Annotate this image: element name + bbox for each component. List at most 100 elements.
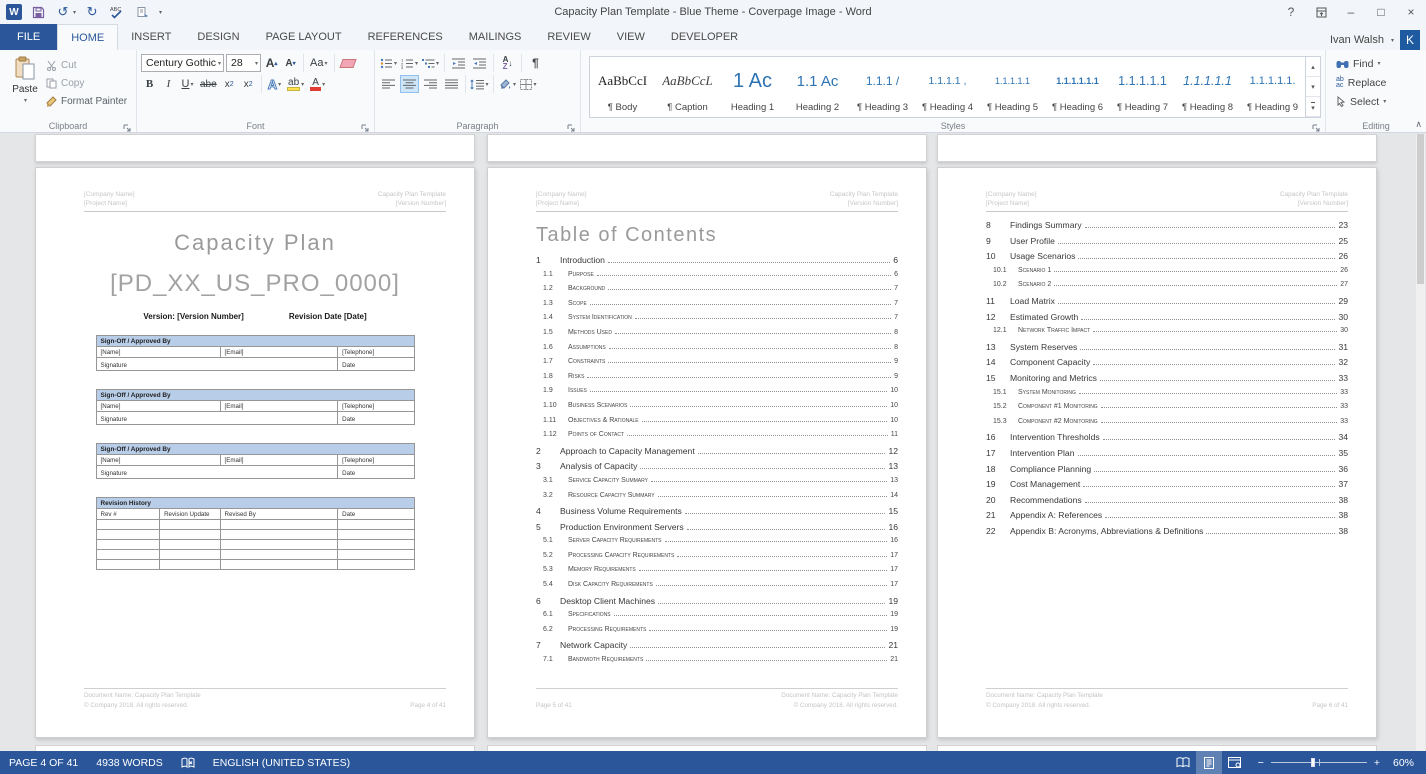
toc-entry[interactable]: 2 Approach to Capacity Management 12	[536, 446, 898, 462]
style-chip[interactable]: 1.1 Ac Heading 2	[785, 57, 850, 117]
toc-entry[interactable]: 16 Intervention Thresholds 34	[986, 432, 1348, 448]
print-layout-icon[interactable]	[1196, 751, 1222, 774]
font-size-dropdown-arrow-icon[interactable]: ▾	[253, 60, 258, 67]
strikethrough-button[interactable]: abe	[198, 75, 219, 93]
toc-entry[interactable]: 18 Compliance Planning 36	[986, 464, 1348, 480]
toc-entry[interactable]: 3.1 Service Capacity Summary 13	[536, 477, 898, 492]
zoom-slider-thumb[interactable]	[1311, 758, 1315, 767]
zoom-percentage[interactable]: 60%	[1390, 757, 1426, 769]
toc-entry[interactable]: 1.2 Background 7	[536, 285, 898, 300]
numbering-button[interactable]: 123 ▾	[400, 54, 419, 72]
paragraph-dialog-launcher-icon[interactable]	[567, 120, 577, 130]
toc-entry[interactable]: 1.6 Assumptions 8	[536, 344, 898, 359]
toc-entry[interactable]: 5 Production Environment Servers 16	[536, 522, 898, 538]
previous-page-bottom[interactable]	[937, 134, 1377, 162]
line-spacing-button[interactable]: ▾	[470, 75, 489, 93]
toc-entry[interactable]: 1.3 Scope 7	[536, 300, 898, 315]
style-chip[interactable]: 1.1.1 / ¶ Heading 3	[850, 57, 915, 117]
minimize-icon[interactable]: –	[1336, 0, 1366, 24]
ribbon-display-options-icon[interactable]	[1306, 0, 1336, 24]
read-mode-icon[interactable]	[1170, 751, 1196, 774]
toc-entry[interactable]: 8 Findings Summary 23	[986, 220, 1348, 236]
ribbon-tab[interactable]: REVIEW	[534, 24, 603, 50]
maximize-icon[interactable]: □	[1366, 0, 1396, 24]
copy-button[interactable]: Copy	[46, 75, 127, 92]
toc-entry[interactable]: 5.1 Server Capacity Requirements 16	[536, 537, 898, 552]
increase-indent-button[interactable]	[470, 54, 489, 72]
toc-entry[interactable]: 3 Analysis of Capacity 13	[536, 461, 898, 477]
font-color-button[interactable]: A ▾	[308, 75, 327, 93]
find-button[interactable]: Find▾	[1330, 55, 1422, 72]
toc-entry[interactable]: 1.8 Risks 9	[536, 373, 898, 388]
proofing-errors-icon[interactable]	[172, 751, 204, 774]
ribbon-tab[interactable]: PAGE LAYOUT	[253, 24, 355, 50]
zoom-slider[interactable]	[1271, 762, 1367, 763]
zoom-out-icon[interactable]: −	[1258, 757, 1264, 769]
superscript-button[interactable]: x2	[240, 75, 257, 93]
clear-formatting-button[interactable]	[339, 54, 357, 72]
spelling-grammar-icon[interactable]: ABC	[108, 3, 126, 21]
cut-button[interactable]: Cut	[46, 57, 127, 74]
clipboard-dialog-launcher-icon[interactable]	[123, 120, 133, 130]
user-dropdown-arrow-icon[interactable]: ▾	[1391, 37, 1394, 44]
show-hide-marks-button[interactable]: ¶	[526, 54, 545, 72]
style-chip[interactable]: AaBbCcI ¶ Body	[590, 57, 655, 117]
toc-entry[interactable]: 5.2 Processing Capacity Requirements 17	[536, 552, 898, 567]
language-indicator[interactable]: ENGLISH (UNITED STATES)	[204, 751, 359, 774]
align-right-button[interactable]	[421, 75, 440, 93]
underline-button[interactable]: U▾	[179, 75, 196, 93]
toc-entry[interactable]: 17 Intervention Plan 35	[986, 448, 1348, 464]
grow-font-button[interactable]: A▴	[263, 54, 280, 72]
ribbon-tab[interactable]: VIEW	[604, 24, 658, 50]
ribbon-tab[interactable]: DESIGN	[184, 24, 252, 50]
style-chip[interactable]: 1.1.1.1 , ¶ Heading 4	[915, 57, 980, 117]
font-size-combo[interactable]: 28 ▾	[226, 54, 261, 72]
font-name-combo[interactable]: Century Gothic ▾	[141, 54, 224, 72]
zoom-in-icon[interactable]: +	[1374, 757, 1380, 769]
toc-entry[interactable]: 6.1 Specifications 19	[536, 611, 898, 626]
page-indicator[interactable]: PAGE 4 OF 41	[0, 751, 87, 774]
user-name[interactable]: Ivan Walsh	[1330, 34, 1384, 46]
ribbon-tab[interactable]: REFERENCES	[355, 24, 456, 50]
tab-file[interactable]: FILE	[0, 24, 57, 50]
close-icon[interactable]: ×	[1396, 0, 1426, 24]
align-center-button[interactable]	[400, 75, 419, 93]
previous-page-bottom[interactable]	[35, 134, 475, 162]
text-highlight-button[interactable]: ab ▾	[285, 75, 306, 93]
styles-dialog-launcher-icon[interactable]	[1312, 120, 1322, 130]
font-name-dropdown-arrow-icon[interactable]: ▾	[216, 60, 221, 67]
ribbon-tab[interactable]: INSERT	[118, 24, 184, 50]
web-layout-icon[interactable]	[1222, 751, 1248, 774]
scrollbar-thumb[interactable]	[1417, 134, 1424, 284]
toc-entry[interactable]: 11 Load Matrix 29	[986, 296, 1348, 312]
toc-entry[interactable]: 7.1 Bandwidth Requirements 21	[536, 656, 898, 671]
toc-entry[interactable]: 1.7 Constraints 9	[536, 358, 898, 373]
previous-page-bottom[interactable]	[487, 134, 927, 162]
ribbon-tab[interactable]: MAILINGS	[456, 24, 535, 50]
toc-entry[interactable]: 10 Usage Scenarios 26	[986, 251, 1348, 267]
multilevel-list-button[interactable]: ▾	[421, 54, 440, 72]
justify-button[interactable]	[442, 75, 461, 93]
align-left-button[interactable]	[379, 75, 398, 93]
toc-entry[interactable]: 1 Introduction 6	[536, 255, 898, 271]
toc-entry[interactable]: 10.2 Scenario 2 27	[986, 281, 1348, 296]
toc-entry[interactable]: 15.3 Component #2 Monitoring 33	[986, 418, 1348, 433]
undo-dropdown-arrow-icon[interactable]: ▾	[73, 9, 76, 16]
style-chip[interactable]: 1.1.1.1.1.1 ¶ Heading 6	[1045, 57, 1110, 117]
toc-entry[interactable]: 21 Appendix A: References 38	[986, 510, 1348, 526]
save-icon[interactable]	[29, 3, 47, 21]
toc-entry[interactable]: 12 Estimated Growth 30	[986, 312, 1348, 328]
styles-scroll-down-icon[interactable]: ▾	[1306, 77, 1320, 97]
borders-button[interactable]: ▾	[519, 75, 538, 93]
toc-entry[interactable]: 1.12 Points of Contact 11	[536, 431, 898, 446]
toc-entry[interactable]: 5.4 Disk Capacity Requirements 17	[536, 581, 898, 596]
toc-entry[interactable]: 15.2 Component #1 Monitoring 33	[986, 403, 1348, 418]
style-chip[interactable]: 1.1.1.1.1 ¶ Heading 5	[980, 57, 1045, 117]
subscript-button[interactable]: x2	[221, 75, 238, 93]
toc-entry[interactable]: 20 Recommendations 38	[986, 495, 1348, 511]
format-painter-button[interactable]: Format Painter	[46, 93, 127, 110]
toc-entry[interactable]: 14 Component Capacity 32	[986, 357, 1348, 373]
bullets-button[interactable]: ▾	[379, 54, 398, 72]
paste-button[interactable]: Paste ▾	[4, 54, 46, 117]
page-toc-1[interactable]: [Company Name][Project Name] Capacity Pl…	[487, 167, 927, 738]
